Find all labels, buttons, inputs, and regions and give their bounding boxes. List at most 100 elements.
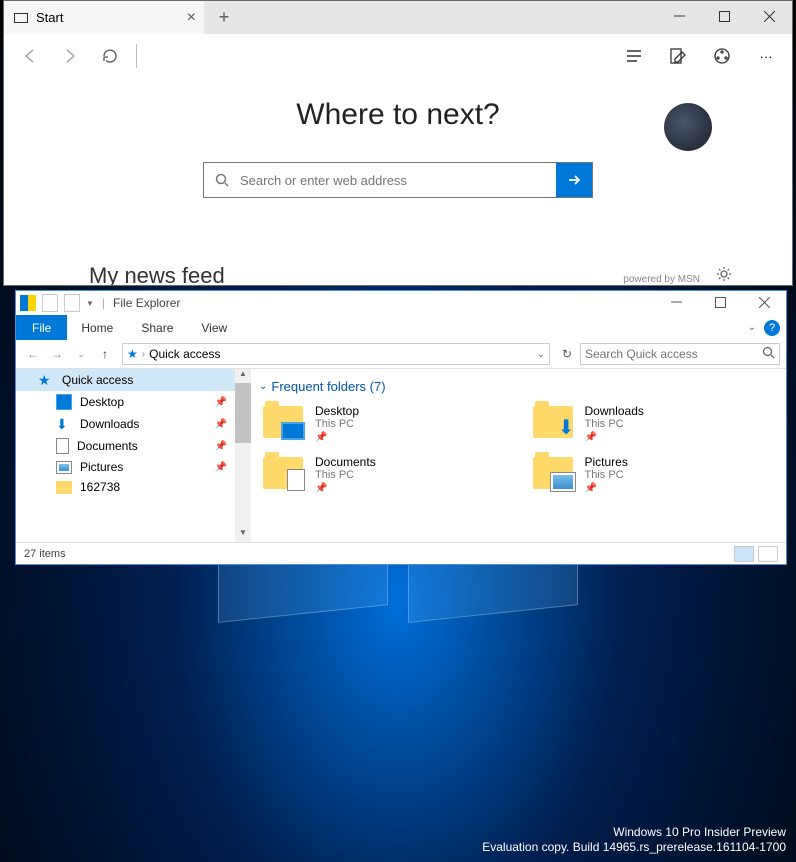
search-input[interactable]: [240, 163, 556, 197]
news-settings-icon[interactable]: [716, 266, 732, 285]
news-feed-heading: My news feed: [89, 263, 225, 285]
forward-button[interactable]: [52, 38, 88, 74]
notes-button[interactable]: [660, 38, 696, 74]
addr-forward-button[interactable]: →: [46, 343, 68, 365]
ribbon-collapse-icon[interactable]: ⌄: [748, 322, 756, 333]
qat-properties-icon[interactable]: [42, 294, 58, 312]
folder-grid: Desktop This PC 📌 ⬇ Downloads This PC 📌: [259, 402, 778, 496]
desktop-icon: [56, 394, 72, 410]
search-icon[interactable]: [762, 346, 775, 362]
address-text[interactable]: Quick access: [149, 347, 220, 361]
navigation-pane: ★ Quick access Desktop 📌 ⬇ Downloads 📌 D…: [16, 369, 251, 542]
address-dropdown-icon[interactable]: ⌄: [537, 349, 545, 360]
qat-newfolder-icon[interactable]: [64, 294, 80, 312]
help-icon[interactable]: ?: [764, 320, 780, 336]
scroll-thumb[interactable]: [235, 383, 251, 443]
title-separator: |: [102, 296, 105, 310]
close-tab-icon[interactable]: ×: [187, 9, 196, 27]
watermark-line2: Evaluation copy. Build 14965.rs_prerelea…: [482, 840, 786, 856]
fe-ribbon: File Home Share View ⌄ ?: [16, 315, 786, 340]
nav-label: Downloads: [80, 417, 139, 431]
content-pane: ⌄ Frequent folders (7) Desktop This PC 📌…: [251, 369, 786, 542]
more-button[interactable]: ···: [748, 38, 784, 74]
edge-tab-title: Start: [36, 10, 63, 25]
nav-folder-162738[interactable]: 162738: [16, 477, 251, 497]
pin-icon: 📌: [585, 432, 644, 443]
start-page-icon: [14, 13, 28, 23]
large-icons-view-button[interactable]: [758, 546, 778, 562]
new-tab-button[interactable]: +: [204, 1, 244, 34]
fe-search-box: [580, 343, 780, 365]
fe-maximize-button[interactable]: [698, 291, 742, 313]
maximize-button[interactable]: [702, 1, 747, 31]
nav-pictures[interactable]: Pictures 📌: [16, 457, 251, 477]
ribbon-file-tab[interactable]: File: [16, 315, 67, 340]
documents-icon: [56, 438, 69, 454]
close-window-button[interactable]: [747, 1, 792, 31]
nav-label: Pictures: [80, 460, 123, 474]
fe-close-button[interactable]: [742, 291, 786, 313]
fe-address-row: ← → ⌄ ↑ ★ › Quick access ⌄ ↻: [16, 340, 786, 368]
edge-window: Start × + ··· Where to next? My news fee…: [3, 0, 793, 286]
quick-access-star-icon: ★: [127, 347, 138, 361]
star-icon: ★: [38, 372, 54, 388]
back-button[interactable]: [12, 38, 48, 74]
folder-item-documents[interactable]: Documents This PC 📌: [259, 453, 509, 496]
edge-tab-start[interactable]: Start ×: [4, 1, 204, 34]
pin-icon: 📌: [215, 397, 227, 408]
addr-refresh-button[interactable]: ↻: [556, 347, 578, 361]
pin-icon: 📌: [215, 462, 227, 473]
fe-titlebar[interactable]: ▼ | File Explorer: [16, 291, 786, 315]
scroll-up-arrow-icon[interactable]: ▲: [235, 369, 251, 383]
nav-scrollbar[interactable]: ▲ ▼: [235, 369, 251, 542]
folder-icon: [261, 455, 305, 491]
minimize-button[interactable]: [657, 1, 702, 31]
hub-button[interactable]: [616, 38, 652, 74]
folder-icon: [261, 404, 305, 440]
toolbar-separator: [136, 44, 137, 68]
nav-desktop[interactable]: Desktop 📌: [16, 391, 251, 413]
nav-quick-access[interactable]: ★ Quick access: [16, 369, 251, 391]
refresh-button[interactable]: [92, 38, 128, 74]
ribbon-share-tab[interactable]: Share: [127, 321, 187, 335]
scroll-down-arrow-icon[interactable]: ▼: [235, 528, 251, 542]
section-title: Frequent folders (7): [271, 379, 385, 394]
ribbon-view-tab[interactable]: View: [187, 321, 241, 335]
edge-tab-bar: Start × +: [4, 1, 792, 34]
watermark-line1: Windows 10 Pro Insider Preview: [482, 825, 786, 841]
edge-window-controls: [657, 1, 792, 31]
edge-search-box: [203, 162, 593, 198]
pin-icon: 📌: [215, 441, 227, 452]
qat-dropdown-icon[interactable]: ▼: [86, 299, 94, 308]
ribbon-home-tab[interactable]: Home: [67, 321, 127, 335]
pin-icon: 📌: [315, 483, 376, 494]
folder-item-desktop[interactable]: Desktop This PC 📌: [259, 402, 509, 445]
folder-item-pictures[interactable]: Pictures This PC 📌: [529, 453, 779, 496]
edge-content: Where to next? My news feed powered by M…: [4, 78, 792, 285]
fe-system-icon[interactable]: [20, 295, 36, 311]
folder-item-downloads[interactable]: ⬇ Downloads This PC 📌: [529, 402, 779, 445]
details-view-button[interactable]: [734, 546, 754, 562]
addr-back-button[interactable]: ←: [22, 343, 44, 365]
user-avatar[interactable]: [664, 103, 712, 151]
addr-recent-dropdown[interactable]: ⌄: [70, 343, 92, 365]
fe-search-input[interactable]: [585, 347, 762, 361]
nav-label: Documents: [77, 439, 138, 453]
powered-by-msn: powered by MSN: [623, 274, 700, 285]
address-bar[interactable]: ★ › Quick access ⌄: [122, 343, 550, 365]
nav-label: Quick access: [62, 373, 133, 387]
nav-downloads[interactable]: ⬇ Downloads 📌: [16, 413, 251, 435]
addr-up-button[interactable]: ↑: [94, 343, 116, 365]
frequent-folders-header[interactable]: ⌄ Frequent folders (7): [259, 379, 778, 394]
desktop-watermark: Windows 10 Pro Insider Preview Evaluatio…: [482, 825, 786, 856]
folder-location: This PC: [585, 418, 644, 430]
share-button[interactable]: [704, 38, 740, 74]
breadcrumb-chevron-icon[interactable]: ›: [142, 349, 145, 360]
search-go-button[interactable]: [556, 163, 592, 197]
folder-location: This PC: [585, 469, 628, 481]
fe-minimize-button[interactable]: [654, 291, 698, 313]
nav-documents[interactable]: Documents 📌: [16, 435, 251, 457]
download-icon: ⬇: [56, 416, 72, 432]
file-explorer-window: ▼ | File Explorer File Home Share View ⌄…: [15, 290, 787, 565]
nav-label: 162738: [80, 480, 120, 494]
